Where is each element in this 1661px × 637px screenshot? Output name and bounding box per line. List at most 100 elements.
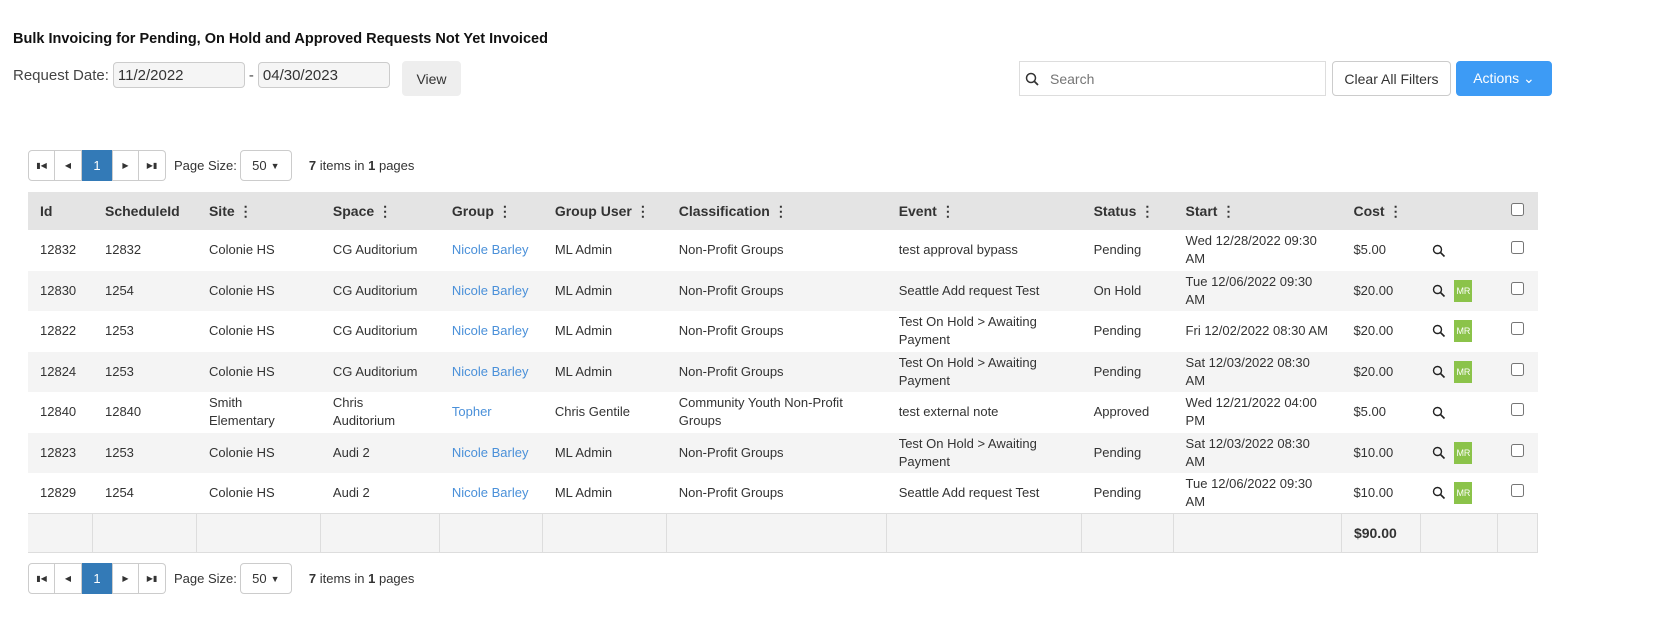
row-checkbox[interactable]: [1510, 241, 1524, 255]
cell-classification: Non-Profit Groups: [667, 230, 887, 271]
column-header[interactable]: Group User ⋮: [542, 192, 667, 230]
cell-space: CG Auditorium: [321, 311, 440, 352]
column-header[interactable]: Classification ⋮: [666, 192, 887, 230]
cell-text: Chris Gentile: [554, 404, 630, 420]
cell-text[interactable]: Nicole Barley: [452, 445, 529, 460]
cell-text: Chris Auditorium: [332, 395, 396, 429]
column-menu-icon[interactable]: ⋮: [239, 203, 253, 219]
column-menu-icon[interactable]: ⋮: [1389, 203, 1403, 219]
magnifier-icon[interactable]: [1432, 486, 1446, 500]
cell-group[interactable]: Nicole Barley: [439, 432, 543, 473]
mr-badge[interactable]: MR: [1454, 320, 1473, 343]
mr-badge[interactable]: MR: [1454, 482, 1473, 504]
cell-group[interactable]: Nicole Barley: [440, 311, 543, 352]
next-page-button[interactable]: ▶: [112, 563, 139, 594]
cell-scheduleid: 1254: [92, 270, 197, 311]
cell-group-user: ML Admin: [543, 230, 667, 271]
magnifier-icon[interactable]: [1432, 244, 1446, 258]
table-row: 12840 12840 Smith Elementary Chris Auditori…: [28, 392, 1538, 433]
cell-text: 12823: [40, 444, 77, 460]
cell-start: Fri 12/02/2022 08:30 AM: [1174, 311, 1342, 352]
current-page-button[interactable]: 1: [82, 150, 112, 181]
magnifier-icon[interactable]: [1432, 365, 1446, 379]
cell-group[interactable]: Nicole Barley: [439, 270, 543, 311]
select-all-checkbox[interactable]: [1510, 203, 1524, 216]
column-header-label: Id: [40, 203, 53, 219]
cell-text: CG Auditorium: [332, 242, 418, 258]
cell-group[interactable]: Nicole Barley: [440, 473, 543, 514]
prev-page-button[interactable]: ◀: [55, 563, 82, 594]
cell-group[interactable]: Topher: [440, 392, 543, 433]
cell-text[interactable]: Nicole Barley: [452, 323, 529, 338]
cell-text: 12822: [40, 323, 77, 339]
cell-group-user: ML Admin: [542, 270, 667, 311]
row-checkbox[interactable]: [1510, 403, 1524, 417]
request-date-label: Request Date:: [13, 66, 109, 84]
column-header[interactable]: Start ⋮: [1173, 192, 1342, 230]
column-header[interactable]: Space ⋮: [320, 192, 440, 230]
column-header-label: Cost: [1353, 202, 1385, 219]
column-menu-icon[interactable]: ⋮: [1140, 203, 1154, 219]
start-date-input[interactable]: [112, 62, 245, 88]
last-page-button[interactable]: ▶▮: [139, 150, 166, 181]
column-menu-icon[interactable]: ⋮: [774, 203, 788, 219]
column-header[interactable]: Group ⋮: [439, 192, 543, 230]
cell-space: Chris Auditorium: [321, 392, 440, 433]
mr-badge[interactable]: MR: [1454, 441, 1473, 464]
current-page-button[interactable]: 1: [82, 563, 112, 594]
cell-text[interactable]: Nicole Barley: [452, 242, 529, 257]
page-size-select[interactable]: 50 ▼: [239, 150, 292, 181]
cell-text: 1254: [104, 485, 134, 500]
last-page-button[interactable]: ▶▮: [139, 563, 166, 594]
cell-text: 1253: [104, 444, 134, 460]
next-page-button[interactable]: ▶: [112, 150, 139, 181]
cell-group[interactable]: Nicole Barley: [440, 230, 543, 271]
page-size-select[interactable]: 50 ▼: [239, 563, 292, 594]
column-menu-icon[interactable]: ⋮: [378, 203, 392, 219]
table-row: 12830 1254 Colonie HS CG Auditorium Nicole B…: [28, 270, 1538, 311]
cell-cost: $5.00: [1341, 230, 1420, 271]
column-header[interactable]: Status ⋮: [1081, 192, 1174, 230]
footer-cell: [1173, 513, 1342, 553]
mr-badge[interactable]: MR: [1454, 279, 1473, 302]
column-header[interactable]: Cost ⋮: [1341, 192, 1421, 230]
cell-text[interactable]: Nicole Barley: [452, 485, 529, 500]
search-input[interactable]: [1044, 62, 1325, 95]
cell-text: Non-Profit Groups: [678, 485, 784, 500]
column-menu-icon[interactable]: ⋮: [1221, 203, 1235, 219]
row-checkbox[interactable]: [1510, 484, 1524, 497]
row-checkbox[interactable]: [1510, 443, 1524, 457]
column-menu-icon[interactable]: ⋮: [498, 203, 512, 219]
column-header[interactable]: Id: [28, 192, 93, 230]
cell-text: 1253: [104, 323, 134, 339]
column-header[interactable]: ScheduleId: [92, 192, 197, 230]
actions-button[interactable]: Actions ⌄: [1456, 61, 1552, 96]
column-header[interactable]: Event ⋮: [886, 192, 1082, 230]
mr-badge[interactable]: MR: [1454, 360, 1473, 383]
magnifier-icon[interactable]: [1432, 446, 1446, 460]
cell-group[interactable]: Nicole Barley: [439, 351, 543, 392]
column-header[interactable]: Site ⋮: [196, 192, 321, 230]
cell-text: Tue 12/06/2022 09:30 AM: [1185, 273, 1313, 307]
row-select: [1497, 230, 1537, 271]
first-page-button[interactable]: ▮◀: [28, 563, 55, 594]
row-checkbox[interactable]: [1510, 362, 1524, 376]
end-date-input[interactable]: [257, 62, 390, 88]
row-checkbox[interactable]: [1510, 322, 1524, 336]
page-size-label: Page Size:: [174, 571, 237, 586]
row-checkbox[interactable]: [1510, 281, 1524, 295]
clear-all-filters-button[interactable]: Clear All Filters: [1332, 61, 1451, 96]
cell-text[interactable]: Nicole Barley: [452, 364, 529, 379]
magnifier-icon[interactable]: [1432, 324, 1446, 338]
cell-text: Pending: [1093, 485, 1142, 500]
column-menu-icon[interactable]: ⋮: [941, 203, 955, 219]
column-menu-icon[interactable]: ⋮: [636, 203, 650, 219]
magnifier-icon[interactable]: [1432, 406, 1446, 420]
first-page-button[interactable]: ▮◀: [28, 150, 55, 181]
view-button[interactable]: View: [402, 61, 461, 96]
prev-page-button[interactable]: ◀: [55, 150, 82, 181]
cell-site: Colonie HS: [197, 473, 321, 514]
magnifier-icon[interactable]: [1432, 284, 1446, 298]
cell-text[interactable]: Nicole Barley: [452, 283, 529, 298]
cell-text[interactable]: Topher: [452, 404, 492, 419]
